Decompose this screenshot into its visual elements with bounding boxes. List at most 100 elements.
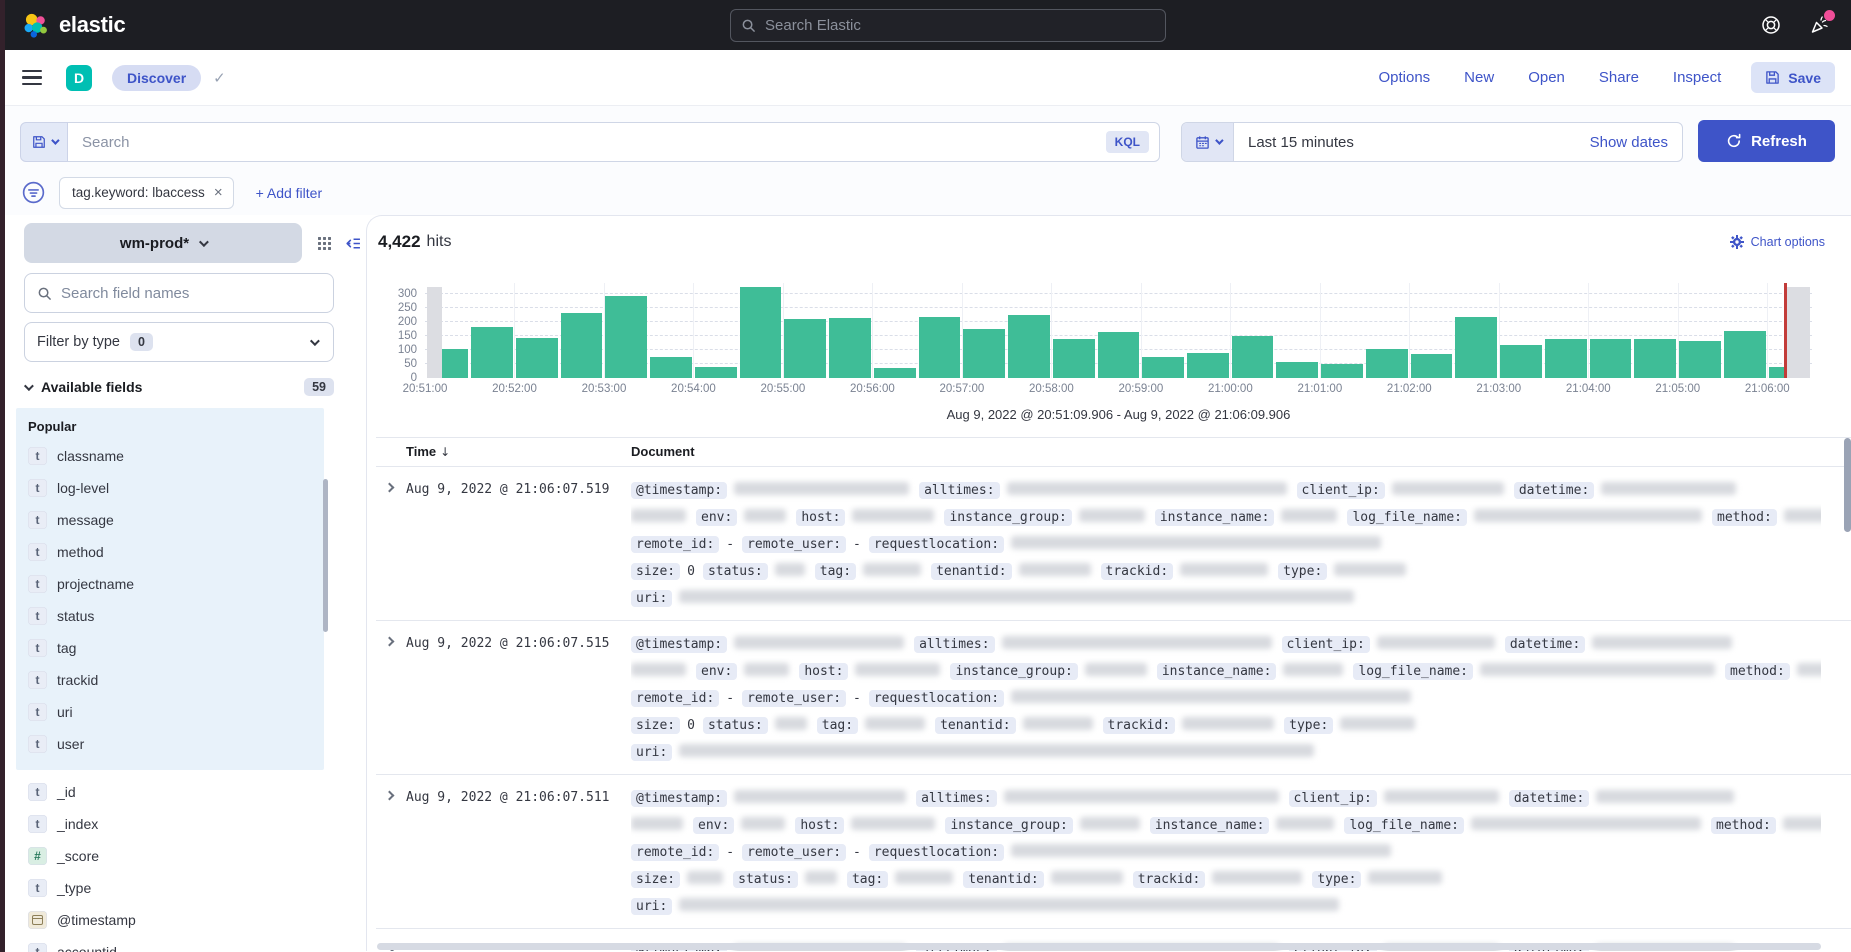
field-key-badge[interactable]: alltimes: xyxy=(914,636,994,653)
field-key-badge[interactable]: client_ip: xyxy=(1289,790,1377,807)
field-key-badge[interactable]: @timestamp: xyxy=(631,482,727,499)
open-link[interactable]: Open xyxy=(1528,69,1565,86)
field-key-badge[interactable]: instance_group: xyxy=(944,509,1071,526)
saved-query-menu-button[interactable] xyxy=(20,122,68,162)
collapse-sidebar-icon[interactable] xyxy=(344,235,361,252)
histogram-bar[interactable] xyxy=(604,283,649,378)
field-key-badge[interactable]: env: xyxy=(696,509,737,526)
histogram-bar[interactable] xyxy=(1364,283,1409,378)
histogram-bar[interactable] xyxy=(514,283,559,378)
histogram-bar[interactable] xyxy=(649,283,694,378)
field-key-badge[interactable]: instance_name: xyxy=(1150,817,1270,834)
field-key-badge[interactable]: datetime: xyxy=(1509,790,1589,807)
field-key-badge[interactable]: remote_user: xyxy=(742,536,846,553)
field-key-badge[interactable]: size: xyxy=(631,871,680,888)
field-key-badge[interactable]: trackid: xyxy=(1103,717,1176,734)
field-key-badge[interactable]: @timestamp: xyxy=(631,790,727,807)
breadcrumb[interactable]: Discover xyxy=(112,65,201,91)
histogram-bar[interactable] xyxy=(1633,283,1678,378)
field-item-_type[interactable]: t_type xyxy=(24,872,366,904)
field-item-classname[interactable]: tclassname xyxy=(24,440,324,472)
histogram-bar[interactable] xyxy=(1007,283,1052,378)
field-key-badge[interactable]: status: xyxy=(703,717,768,734)
field-item-uri[interactable]: turi xyxy=(24,696,324,728)
inspect-link[interactable]: Inspect xyxy=(1673,69,1721,86)
field-key-badge[interactable]: env: xyxy=(693,817,734,834)
histogram-bar[interactable] xyxy=(1051,283,1096,378)
field-key-badge[interactable]: datetime: xyxy=(1505,636,1585,653)
field-key-badge[interactable]: remote_id: xyxy=(631,536,719,553)
field-key-badge[interactable]: trackid: xyxy=(1101,563,1174,580)
available-fields-header[interactable]: Available fields 59 xyxy=(24,378,334,396)
field-item-log-level[interactable]: tlog-level xyxy=(24,472,324,504)
save-button[interactable]: Save xyxy=(1751,62,1835,93)
field-key-badge[interactable]: remote_id: xyxy=(631,690,719,707)
remove-filter-icon[interactable]: × xyxy=(214,184,223,201)
help-button[interactable] xyxy=(1759,13,1783,37)
field-item-@timestamp[interactable]: @timestamp xyxy=(24,904,366,936)
share-link[interactable]: Share xyxy=(1599,69,1639,86)
chart-options-button[interactable]: Chart options xyxy=(1730,235,1825,249)
field-key-badge[interactable]: instance_name: xyxy=(1157,663,1277,680)
field-key-badge[interactable]: type: xyxy=(1312,871,1361,888)
field-item-_index[interactable]: t_index xyxy=(24,808,366,840)
date-quick-select-button[interactable] xyxy=(1182,123,1234,161)
field-key-badge[interactable]: remote_user: xyxy=(742,844,846,861)
field-key-badge[interactable]: uri: xyxy=(631,898,672,915)
histogram-bar[interactable] xyxy=(738,283,783,378)
expand-row-button[interactable] xyxy=(376,631,406,766)
field-item-_id[interactable]: t_id xyxy=(24,776,366,808)
horizontal-scrollbar[interactable] xyxy=(377,943,1821,950)
field-item-projectname[interactable]: tprojectname xyxy=(24,568,324,600)
field-item-status[interactable]: tstatus xyxy=(24,600,324,632)
sort-desc-icon[interactable]: ↓ xyxy=(440,445,450,459)
field-key-badge[interactable]: tenantid: xyxy=(931,563,1011,580)
field-key-badge[interactable]: client_ip: xyxy=(1297,482,1385,499)
field-key-badge[interactable]: log_file_name: xyxy=(1344,817,1464,834)
field-item-method[interactable]: tmethod xyxy=(24,536,324,568)
menu-button[interactable] xyxy=(22,70,42,86)
histogram-bar[interactable] xyxy=(872,283,917,378)
field-key-badge[interactable]: tenantid: xyxy=(963,871,1043,888)
field-key-badge[interactable]: datetime: xyxy=(1514,482,1594,499)
field-key-badge[interactable]: method: xyxy=(1725,663,1790,680)
field-key-badge[interactable]: remote_id: xyxy=(631,844,719,861)
filter-by-type-select[interactable]: Filter by type 0 xyxy=(24,322,334,362)
time-range-value[interactable]: Last 15 minutes xyxy=(1234,134,1368,151)
filter-icon[interactable] xyxy=(20,179,47,206)
field-key-badge[interactable]: client_ip: xyxy=(1282,636,1370,653)
histogram-plot[interactable] xyxy=(425,283,1812,378)
kql-language-button[interactable]: KQL xyxy=(1106,131,1149,153)
histogram-bar[interactable] xyxy=(1096,283,1141,378)
newsfeed-button[interactable] xyxy=(1807,13,1831,37)
field-key-badge[interactable]: tag: xyxy=(815,563,856,580)
field-item-_score[interactable]: #_score xyxy=(24,840,366,872)
field-key-badge[interactable]: method: xyxy=(1712,509,1777,526)
field-key-badge[interactable]: @timestamp: xyxy=(631,636,727,653)
index-pattern-selector[interactable]: wm-prod* xyxy=(24,223,302,263)
histogram-bar[interactable] xyxy=(1230,283,1275,378)
histogram-bar[interactable] xyxy=(1320,283,1365,378)
histogram-bar[interactable] xyxy=(1543,283,1588,378)
expand-row-button[interactable] xyxy=(376,785,406,920)
filter-pill[interactable]: tag.keyword: lbaccess × xyxy=(59,177,234,209)
field-search-input[interactable]: Search field names xyxy=(24,273,334,313)
field-key-badge[interactable]: env: xyxy=(696,663,737,680)
histogram-bar[interactable] xyxy=(1678,283,1723,378)
histogram-bar[interactable] xyxy=(783,283,828,378)
field-item-trackid[interactable]: ttrackid xyxy=(24,664,324,696)
field-key-badge[interactable]: method: xyxy=(1711,817,1776,834)
histogram-bar[interactable] xyxy=(1588,283,1633,378)
field-key-badge[interactable]: trackid: xyxy=(1133,871,1206,888)
field-item-tag[interactable]: ttag xyxy=(24,632,324,664)
field-key-badge[interactable]: tag: xyxy=(847,871,888,888)
field-key-badge[interactable]: alltimes: xyxy=(916,790,996,807)
field-key-badge[interactable]: tag: xyxy=(817,717,858,734)
histogram-bar[interactable] xyxy=(1767,283,1812,378)
field-key-badge[interactable]: status: xyxy=(733,871,798,888)
histogram-bar[interactable] xyxy=(917,283,962,378)
field-key-badge[interactable]: log_file_name: xyxy=(1347,509,1467,526)
field-key-badge[interactable]: log_file_name: xyxy=(1353,663,1473,680)
histogram-bar[interactable] xyxy=(1454,283,1499,378)
field-key-badge[interactable]: status: xyxy=(703,563,768,580)
